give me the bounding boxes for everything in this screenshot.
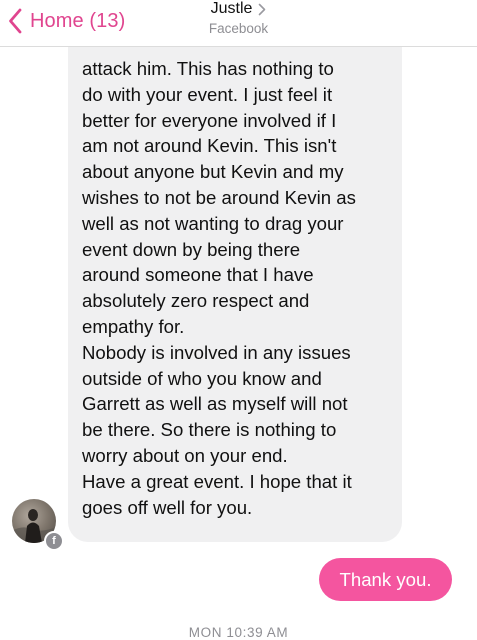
- conversation-header: Justle Facebook: [0, 0, 477, 36]
- message-timestamp: MON 10:39 AM: [188, 625, 289, 640]
- message-line: around someone that I have: [82, 264, 314, 286]
- message-line: absolutely zero respect and: [82, 290, 310, 312]
- message-line: empathy for.: [82, 315, 185, 337]
- message-line: Have a great event. I hope that it: [82, 470, 352, 492]
- navigation-bar: Home (13) Justle Facebook: [0, 0, 477, 47]
- message-line: wishes to not be around Kevin as: [82, 186, 356, 208]
- contact-name: Justle: [210, 0, 253, 17]
- message-line: am not around Kevin. This isn't: [82, 135, 337, 157]
- message-line: about anyone but Kevin and my: [82, 161, 344, 183]
- message-line: outside of who you know and: [82, 367, 322, 389]
- message-line: goes off well for you.: [82, 496, 253, 518]
- message-line: worry about on your end.: [82, 444, 288, 466]
- contact-title-button[interactable]: Justle: [211, 0, 267, 18]
- message-line: attack him. This has nothing to: [82, 58, 334, 79]
- message-line: Garrett as well as myself will not: [82, 393, 348, 415]
- message-line: event down by being there: [82, 238, 301, 260]
- message-line: be there. So there is nothing to: [82, 419, 337, 441]
- message-line: do with your event. I just feel it: [82, 83, 333, 105]
- outgoing-message-bubble[interactable]: Thank you.: [319, 558, 452, 601]
- message-line: better for everyone involved if I: [82, 109, 337, 131]
- message-line: Nobody is involved in any issues: [82, 341, 351, 363]
- facebook-badge-icon: f: [44, 531, 64, 551]
- outgoing-message-text: Thank you.: [339, 568, 432, 590]
- message-line: well as not wanting to drag your: [82, 212, 344, 234]
- incoming-message-bubble[interactable]: attack him. This has nothing to do with …: [68, 6, 402, 542]
- contact-subtitle: Facebook: [208, 21, 269, 36]
- chevron-right-icon: [259, 3, 266, 15]
